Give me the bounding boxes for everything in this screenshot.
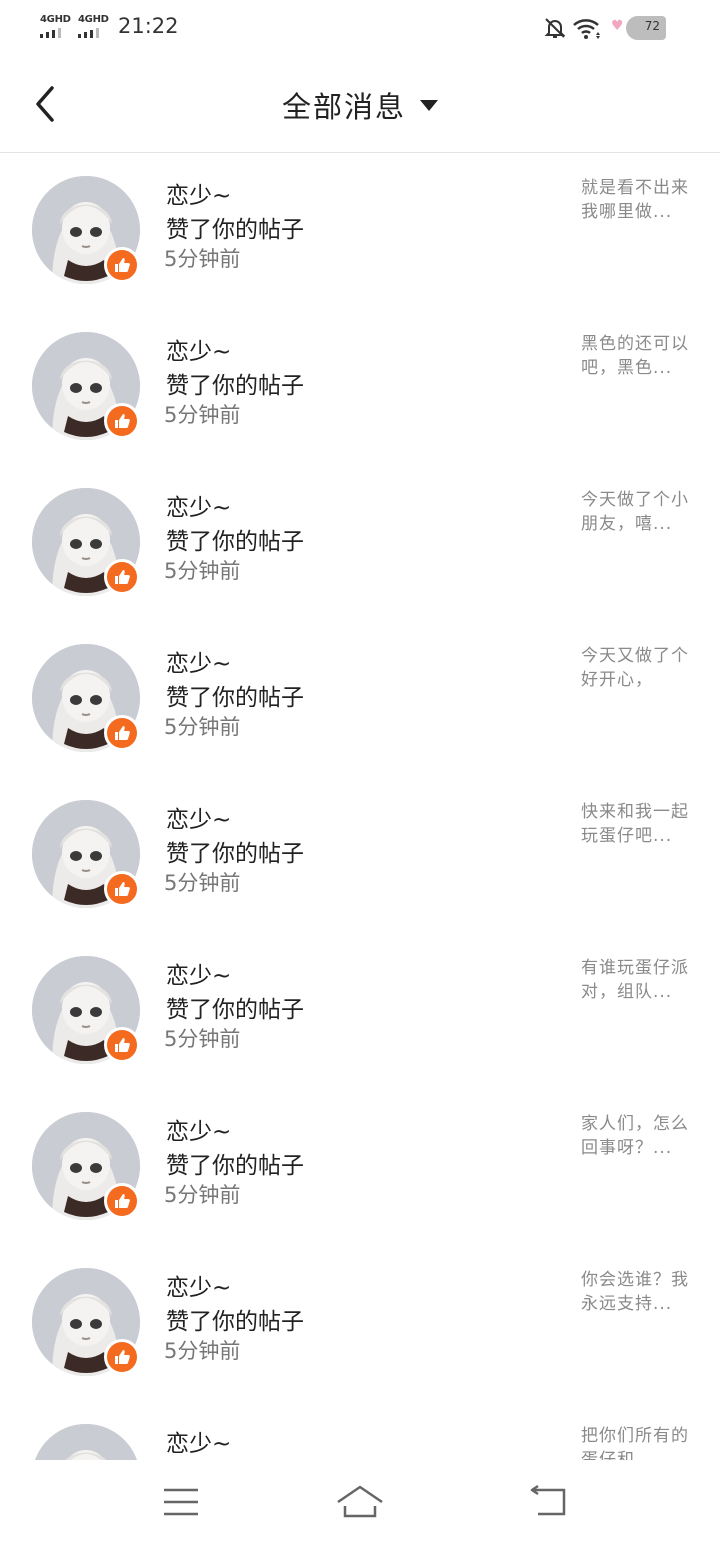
cellular-signal-icon: 4GHD bbox=[40, 14, 74, 40]
sender-name[interactable]: 恋少~ bbox=[166, 1268, 231, 1302]
sender-name[interactable]: 恋少~ bbox=[166, 800, 231, 834]
timestamp: 5分钟前 bbox=[164, 871, 241, 895]
message-item[interactable]: 恋少~ 赞了你的帖子 5分钟前 今天做了个小朋友，嘻... bbox=[0, 465, 720, 621]
timestamp: 5分钟前 bbox=[164, 1339, 241, 1363]
timestamp: 5分钟前 bbox=[164, 403, 241, 427]
notification-action: 赞了你的帖子 bbox=[166, 997, 304, 1023]
sender-name[interactable]: 恋少~ bbox=[166, 176, 231, 210]
return-icon[interactable] bbox=[524, 1482, 574, 1522]
post-preview[interactable]: 快来和我一起玩蛋仔吧... bbox=[581, 800, 691, 848]
post-preview[interactable]: 有谁玩蛋仔派对，组队... bbox=[581, 956, 691, 1004]
thumbs-up-icon bbox=[104, 871, 140, 907]
status-bar: 4GHD 4GHD 21:22 ♥ 72 bbox=[0, 0, 720, 56]
timestamp: 5分钟前 bbox=[164, 247, 241, 271]
sender-name[interactable]: 恋少~ bbox=[166, 332, 231, 366]
post-preview[interactable]: 把你们所有的蛋仔和 bbox=[581, 1424, 691, 1460]
system-navigation-bar bbox=[0, 1460, 720, 1544]
thumbs-up-icon bbox=[104, 1027, 140, 1063]
timestamp: 5分钟前 bbox=[164, 1183, 241, 1207]
avatar[interactable] bbox=[32, 1424, 140, 1460]
timestamp: 5分钟前 bbox=[164, 715, 241, 739]
notification-action: 赞了你的帖子 bbox=[166, 529, 304, 555]
heart-icon: ♥ bbox=[611, 18, 624, 34]
notification-action: 赞了你的帖子 bbox=[166, 373, 304, 399]
battery-icon: 72 bbox=[626, 16, 666, 40]
message-item[interactable]: 恋少~ 赞了你的帖子 5分钟前 今天又做了个好开心， bbox=[0, 621, 720, 777]
sender-name[interactable]: 恋少~ bbox=[166, 488, 231, 522]
post-preview[interactable]: 就是看不出来我哪里做... bbox=[581, 176, 691, 224]
notification-action: 赞了你的帖子 bbox=[166, 217, 304, 243]
network-type-label: 4GHD bbox=[78, 14, 109, 25]
message-item[interactable]: 恋少~ 把你们所有的蛋仔和 bbox=[0, 1401, 720, 1460]
wifi-icon bbox=[573, 19, 600, 39]
sender-name[interactable]: 恋少~ bbox=[166, 1112, 231, 1146]
bell-muted-icon bbox=[544, 18, 566, 38]
thumbs-up-icon bbox=[104, 403, 140, 439]
timestamp: 5分钟前 bbox=[164, 1027, 241, 1051]
message-item[interactable]: 恋少~ 赞了你的帖子 5分钟前 黑色的还可以吧，黑色... bbox=[0, 309, 720, 465]
caret-down-icon bbox=[420, 99, 438, 111]
notification-action: 赞了你的帖子 bbox=[166, 1153, 304, 1179]
message-item[interactable]: 恋少~ 赞了你的帖子 5分钟前 你会选谁？我永远支持... bbox=[0, 1245, 720, 1401]
page-title: 全部消息 bbox=[281, 90, 406, 124]
thumbs-up-icon bbox=[104, 715, 140, 751]
message-item[interactable]: 恋少~ 赞了你的帖子 5分钟前 家人们，怎么回事呀？... bbox=[0, 1089, 720, 1245]
post-preview[interactable]: 黑色的还可以吧，黑色... bbox=[581, 332, 691, 380]
message-list[interactable]: 恋少~ 赞了你的帖子 5分钟前 就是看不出来我哪里做... 恋少~ 赞了你的帖子… bbox=[0, 153, 720, 1460]
sender-name[interactable]: 恋少~ bbox=[166, 956, 231, 990]
post-preview[interactable]: 今天做了个小朋友，嘻... bbox=[581, 488, 691, 536]
notification-action: 赞了你的帖子 bbox=[166, 685, 304, 711]
post-preview[interactable]: 你会选谁？我永远支持... bbox=[581, 1268, 691, 1316]
post-preview[interactable]: 家人们，怎么回事呀？... bbox=[581, 1112, 691, 1160]
message-item[interactable]: 恋少~ 赞了你的帖子 5分钟前 快来和我一起玩蛋仔吧... bbox=[0, 777, 720, 933]
timestamp: 5分钟前 bbox=[164, 559, 241, 583]
thumbs-up-icon bbox=[104, 247, 140, 283]
header: 全部消息 bbox=[0, 56, 720, 153]
thumbs-up-icon bbox=[104, 559, 140, 595]
clock: 21:22 bbox=[118, 14, 179, 38]
message-filter-dropdown[interactable]: 全部消息 bbox=[0, 84, 720, 126]
cellular-signal-icon: 4GHD bbox=[78, 14, 112, 40]
sender-name[interactable]: 恋少~ bbox=[166, 644, 231, 678]
post-preview[interactable]: 今天又做了个好开心， bbox=[581, 644, 691, 692]
network-type-label: 4GHD bbox=[40, 14, 71, 25]
menu-icon[interactable] bbox=[156, 1482, 206, 1522]
notification-action: 赞了你的帖子 bbox=[166, 1309, 304, 1335]
message-item[interactable]: 恋少~ 赞了你的帖子 5分钟前 就是看不出来我哪里做... bbox=[0, 153, 720, 309]
sender-name[interactable]: 恋少~ bbox=[166, 1424, 231, 1458]
battery-level: 72 bbox=[644, 19, 660, 33]
notification-action: 赞了你的帖子 bbox=[166, 841, 304, 867]
thumbs-up-icon bbox=[104, 1183, 140, 1219]
thumbs-up-icon bbox=[104, 1339, 140, 1375]
message-item[interactable]: 恋少~ 赞了你的帖子 5分钟前 有谁玩蛋仔派对，组队... bbox=[0, 933, 720, 1089]
home-icon[interactable] bbox=[335, 1482, 385, 1522]
